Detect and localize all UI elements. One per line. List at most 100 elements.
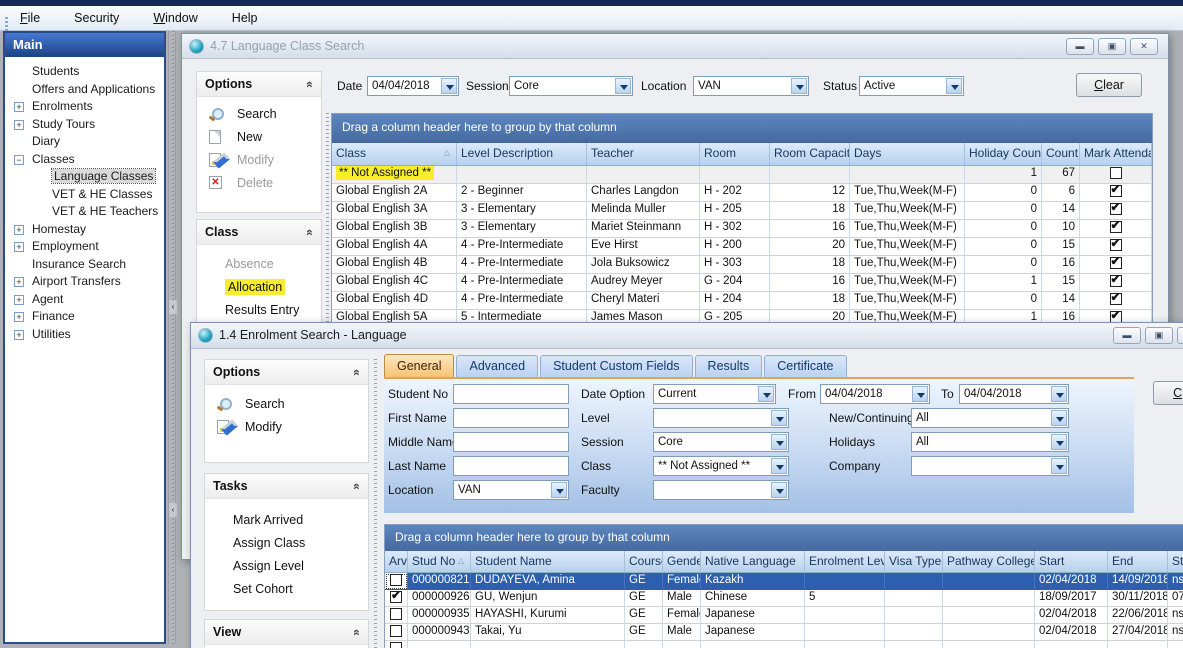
sidebar-item-enrolments[interactable]: +Enrolments <box>5 98 164 116</box>
sidebar-item-diary[interactable]: Diary <box>5 133 164 151</box>
column-header-student-name[interactable]: Student Name <box>471 551 625 572</box>
column-header-gender[interactable]: Gender <box>663 551 701 572</box>
column-header-class[interactable]: Class△ <box>332 143 457 165</box>
dropdown-arrow-icon[interactable] <box>615 78 631 94</box>
session-field[interactable]: Core <box>653 432 789 452</box>
expand-icon[interactable]: + <box>14 120 24 130</box>
column-header-mark-attendance[interactable]: Mark Attendar <box>1080 143 1152 165</box>
dropdown-arrow-icon[interactable] <box>771 458 787 474</box>
dropdown-arrow-icon[interactable] <box>758 386 774 402</box>
student-no-field[interactable] <box>453 384 569 404</box>
close-button[interactable]: ✕ <box>1130 38 1158 55</box>
column-header-pathway-college[interactable]: Pathway College <box>943 551 1035 572</box>
collapse-arrow-icon[interactable]: ‹ <box>169 503 177 517</box>
collapse-chevron-icon[interactable]: « <box>344 629 369 636</box>
mark-arrived-button[interactable]: Mark Arrived <box>205 509 368 532</box>
table-row[interactable]: ✔ 0000009262 GU, Wenjun GE Male Chinese … <box>385 590 1183 607</box>
sidebar-item-utilities[interactable]: +Utilities <box>5 326 164 344</box>
attendance-checkbox[interactable]: ✔ <box>1110 185 1122 197</box>
table-row[interactable]: 0000009359 HAYASHI, Kurumi GE Female Jap… <box>385 607 1183 624</box>
collapse-chevron-icon[interactable]: « <box>297 229 322 236</box>
sidebar-item-classes[interactable]: −Classes <box>5 151 164 169</box>
dropdown-arrow-icon[interactable] <box>946 78 962 94</box>
attendance-checkbox[interactable]: ✔ <box>1110 203 1122 215</box>
menu-file[interactable]: File <box>20 11 40 25</box>
arrived-checkbox[interactable] <box>390 608 402 620</box>
date-filter[interactable]: 04/04/2018 <box>367 76 459 96</box>
tab-general[interactable]: General <box>384 354 454 377</box>
collapse-chevron-icon[interactable]: « <box>297 81 322 88</box>
dropdown-arrow-icon[interactable] <box>1051 458 1067 474</box>
results-entry-button[interactable]: Results Entry <box>197 299 321 322</box>
expand-icon[interactable]: + <box>14 102 24 112</box>
table-row[interactable]: 0000009435 Takai, Yu GE Male Japanese 02… <box>385 624 1183 641</box>
location-filter[interactable]: VAN <box>693 76 809 96</box>
menu-window[interactable]: Window <box>153 11 197 25</box>
expand-icon[interactable]: + <box>14 242 24 252</box>
column-header-stud-no[interactable]: Stud No△ <box>408 551 471 572</box>
dropdown-arrow-icon[interactable] <box>791 78 807 94</box>
restore-button[interactable]: ▣ <box>1145 327 1173 344</box>
menu-help[interactable]: Help <box>228 9 262 27</box>
tab-results[interactable]: Results <box>695 355 763 378</box>
attendance-checkbox[interactable] <box>1110 167 1122 179</box>
arrived-checkbox[interactable] <box>390 625 402 637</box>
table-row[interactable]: ** Not Assigned ** 1 67 <box>332 166 1152 184</box>
arrived-checkbox[interactable] <box>390 642 402 648</box>
table-row[interactable] <box>385 641 1183 648</box>
arrived-checkbox[interactable] <box>390 574 402 586</box>
level-field[interactable] <box>653 408 789 428</box>
attendance-checkbox[interactable]: ✔ <box>1110 257 1122 269</box>
new-button[interactable]: New <box>197 126 321 149</box>
dropdown-arrow-icon[interactable] <box>441 78 457 94</box>
expand-icon[interactable]: + <box>14 312 24 322</box>
last-name-field[interactable] <box>453 456 569 476</box>
column-header-level[interactable]: Level Description <box>457 143 587 165</box>
dropdown-arrow-icon[interactable] <box>1051 386 1067 402</box>
tab-advanced[interactable]: Advanced <box>456 355 538 378</box>
set-cohort-button[interactable]: Set Cohort <box>205 578 368 601</box>
window1-titlebar[interactable]: 4.7 Language Class Search ▬ ▣ ✕ <box>182 34 1168 59</box>
column-header-capacity[interactable]: Room Capacity <box>770 143 850 165</box>
dropdown-arrow-icon[interactable] <box>771 482 787 498</box>
to-date-field[interactable]: 04/04/2018 <box>959 384 1069 404</box>
new-continuing-field[interactable]: All <box>911 408 1069 428</box>
search-button[interactable]: Search <box>205 393 368 416</box>
company-field[interactable] <box>911 456 1069 476</box>
panel-splitter[interactable] <box>326 113 329 353</box>
location-field[interactable]: VAN <box>453 480 569 500</box>
sidebar-item-insurance-search[interactable]: Insurance Search <box>5 256 164 274</box>
modify-button[interactable]: Modify <box>205 416 368 439</box>
sidebar-item-finance[interactable]: +Finance <box>5 308 164 326</box>
column-header-start[interactable]: Start <box>1035 551 1108 572</box>
clear-button[interactable]: Clear <box>1076 73 1142 97</box>
dropdown-arrow-icon[interactable] <box>771 410 787 426</box>
sidebar-item-employment[interactable]: +Employment <box>5 238 164 256</box>
menu-security[interactable]: Security <box>70 9 123 27</box>
collapse-icon[interactable]: − <box>14 155 24 165</box>
attendance-checkbox[interactable]: ✔ <box>1110 293 1122 305</box>
table-row[interactable]: Global English 4D 4 - Pre-Intermediate C… <box>332 292 1152 310</box>
date-option-field[interactable]: Current <box>653 384 776 404</box>
column-header-days[interactable]: Days <box>850 143 965 165</box>
table-row[interactable]: Global English 3A 3 - Elementary Melinda… <box>332 202 1152 220</box>
sidebar-item-vet-he-classes[interactable]: VET & HE Classes <box>5 186 164 204</box>
column-header-arvd[interactable]: Arvd <box>385 551 408 572</box>
expand-icon[interactable]: + <box>14 330 24 340</box>
holidays-field[interactable]: All <box>911 432 1069 452</box>
absence-button[interactable]: Absence <box>197 253 321 276</box>
dropdown-arrow-icon[interactable] <box>771 434 787 450</box>
column-header-holiday[interactable]: Holiday Count <box>965 143 1042 165</box>
column-header-room[interactable]: Room <box>700 143 770 165</box>
collapse-arrow-icon[interactable]: ‹ <box>169 300 177 314</box>
minimize-button[interactable]: ▬ <box>1066 38 1094 55</box>
collapse-chevron-icon[interactable]: « <box>344 483 369 490</box>
dropdown-arrow-icon[interactable] <box>912 386 928 402</box>
column-header-course[interactable]: Course <box>625 551 663 572</box>
allocation-button[interactable]: Allocation <box>197 276 321 299</box>
session-filter[interactable]: Core <box>509 76 633 96</box>
group-by-bar[interactable]: Drag a column header here to group by th… <box>385 525 1183 551</box>
assign-class-button[interactable]: Assign Class <box>205 532 368 555</box>
expand-icon[interactable]: + <box>14 225 24 235</box>
minimize-button[interactable]: ▬ <box>1113 327 1141 344</box>
